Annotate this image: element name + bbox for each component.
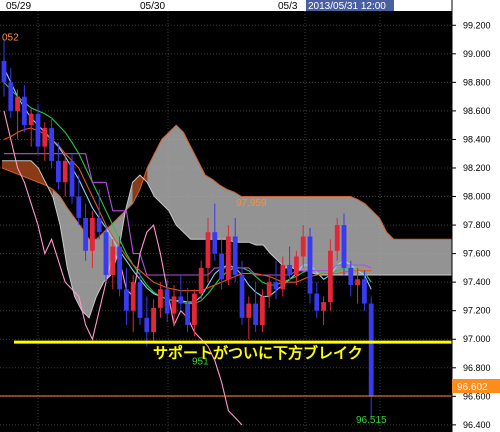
candle-up [334,225,340,251]
candle-up [130,282,136,311]
ichimoku-chart: 05297.95996.515951 05/29 05/30 05/3 2013/0… [0,0,500,432]
y-tick-label: 96.400 [463,420,491,430]
candle-down [22,96,27,126]
candle-down [35,113,41,147]
candle-down [307,236,313,294]
candle-up [294,256,299,276]
candle-up [151,307,156,333]
candle-down [185,303,190,325]
y-tick-label: 98.600 [463,106,491,116]
candle-up [300,236,306,257]
last-price-tag-text: 96.602 [457,382,488,393]
candle-up [158,289,163,308]
chart-root: 052 97.959 96.515 951 05/29 05/30 05/3 2013/0… [0,0,500,432]
candle-down [56,160,61,183]
candle-down [69,160,75,197]
y-tick-label: 99.200 [463,20,491,30]
candle-down [212,232,218,254]
candle-up [355,279,360,286]
value-label: 052 [2,33,19,44]
y-tick-label: 98.000 [463,192,491,202]
candle-down [253,303,258,325]
candle-up [321,302,326,311]
candle-down [164,289,170,314]
candle-down [96,217,102,233]
y-tick-label: 97.800 [463,220,491,230]
y-tick-label: 97.400 [463,277,491,287]
date-label: 05/3 [278,1,298,12]
candle-up [205,232,211,268]
candle-down [239,275,245,318]
candle-up [42,128,48,147]
candle-down [348,267,354,286]
date-label: 05/29 [6,1,31,12]
candle-up [192,293,197,325]
candle-down [232,236,238,276]
candle-down [8,82,14,111]
candle-up [280,265,286,290]
candle-down [341,225,347,268]
candle-up [198,267,204,294]
candle-up [226,236,231,280]
y-tick-label: 96.800 [463,363,491,373]
candle-down [137,282,143,318]
candle-down [287,265,292,276]
y-tick-label: 98.200 [463,163,491,173]
candle-down [117,246,122,290]
candle-down [124,289,129,311]
candle-up [171,296,177,314]
candle-up [15,96,20,111]
value-label: 97.959 [236,198,267,209]
y-tick-label: 97.000 [463,334,491,344]
candle-down [273,282,279,290]
candle-down [76,196,82,218]
candle-up [266,282,272,297]
candle-up [110,246,116,276]
y-tick-label: 97.200 [463,306,491,316]
cursor-time-stamp-text: 2013/05/31 12:00 [308,1,386,12]
candle-up [28,113,34,126]
candle-up [246,303,252,318]
candle-down [144,317,150,333]
date-label: 05/30 [140,1,165,12]
candle-up [328,250,333,303]
y-tick-label: 97.600 [463,249,491,259]
candle-down [314,293,320,311]
candle-down [362,279,367,304]
y-tick-label: 99.000 [463,49,491,59]
candle-down [1,60,7,83]
candle-up [90,217,95,251]
candle-down [219,253,224,280]
support-break-annotation: サポートがついに下方ブレイク [153,344,363,362]
candle-down [178,296,184,304]
candle-down [49,128,54,161]
value-label: 96.515 [356,415,387,426]
candle-up [62,160,68,183]
candle-down [83,217,88,251]
candle-down [368,303,374,397]
y-tick-label: 98.800 [463,77,491,87]
candle-down [103,232,109,276]
candle-up [260,296,265,325]
y-tick-label: 98.400 [463,134,491,144]
